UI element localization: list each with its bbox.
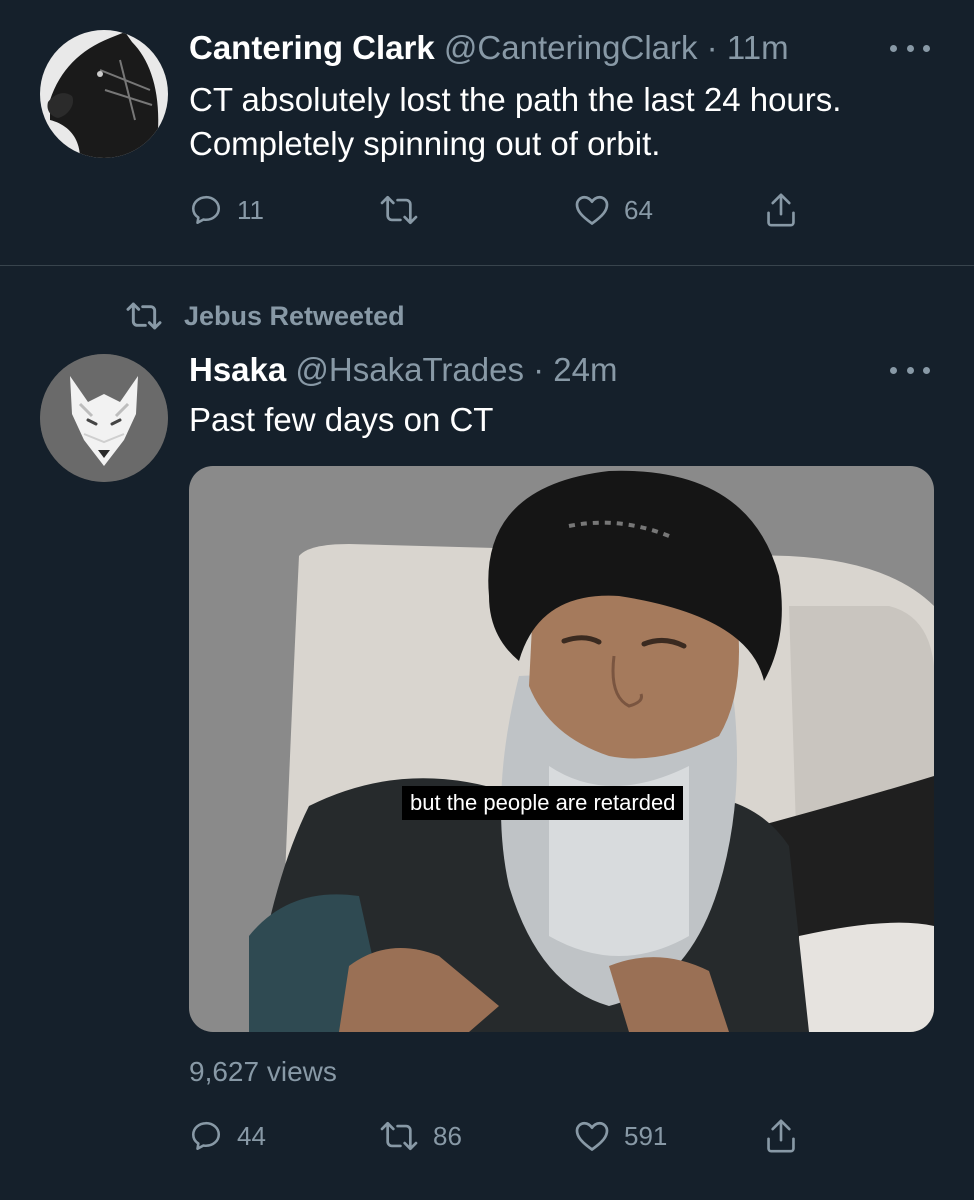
tweet-text: Past few days on CT <box>189 401 494 438</box>
user-handle[interactable]: @CanteringClark <box>444 29 698 66</box>
separator-dot: · <box>533 351 545 388</box>
like-count: 64 <box>624 194 653 225</box>
user-handle[interactable]: @HsakaTrades <box>295 351 524 388</box>
more-icon <box>890 366 897 374</box>
timestamp[interactable]: 24m <box>553 351 617 388</box>
tweet-header: Hsaka @HsakaTrades · 24m <box>189 350 854 390</box>
retweet-button[interactable]: 86 <box>379 1114 462 1158</box>
retweet-banner-text[interactable]: Jebus Retweeted <box>184 301 405 332</box>
tweet-header: Cantering Clark @CanteringClark · 11m <box>189 28 854 68</box>
share-button[interactable] <box>764 188 798 232</box>
video-subtitle: but the people are retarded <box>402 786 684 820</box>
share-icon <box>767 193 795 227</box>
share-icon <box>767 1119 795 1153</box>
heart-icon <box>575 195 609 225</box>
horse-avatar-image <box>40 30 168 158</box>
display-name[interactable]: Cantering Clark <box>189 29 435 66</box>
share-button[interactable] <box>764 1114 798 1158</box>
avatar[interactable] <box>40 30 168 158</box>
action-bar: 11 64 <box>189 188 834 232</box>
tweet-hsaka[interactable]: Jebus Retweeted Hsaka @HsakaTrades · 24m… <box>0 266 974 1200</box>
reply-count: 11 <box>237 194 264 225</box>
video-frame-image <box>189 466 934 1032</box>
reply-icon <box>191 195 221 225</box>
tweet-media-video[interactable]: but the people are retarded <box>189 466 934 1032</box>
retweet-icon <box>380 195 418 225</box>
tweet-cantering-clark[interactable]: Cantering Clark @CanteringClark · 11m CT… <box>0 0 974 266</box>
reply-button[interactable]: 11 <box>189 188 264 232</box>
display-name[interactable]: Hsaka <box>189 351 286 388</box>
reply-button[interactable]: 44 <box>189 1114 266 1158</box>
view-count: 9,627 views <box>189 1056 337 1087</box>
retweet-icon <box>380 1121 418 1151</box>
reply-count: 44 <box>237 1120 266 1151</box>
more-options-button[interactable] <box>890 38 930 58</box>
like-button[interactable]: 591 <box>574 1114 667 1158</box>
retweet-banner: Jebus Retweeted <box>120 296 405 336</box>
action-bar: 44 86 591 <box>189 1114 834 1158</box>
timestamp[interactable]: 11m <box>727 29 789 66</box>
heart-icon <box>575 1121 609 1151</box>
more-options-button[interactable] <box>890 360 930 380</box>
like-count: 591 <box>624 1120 668 1151</box>
tweet-text: CT absolutely lost the path the last 24 … <box>189 81 842 162</box>
wolf-avatar-image <box>40 354 168 482</box>
separator-dot: · <box>706 29 718 66</box>
retweet-button[interactable] <box>379 188 433 232</box>
retweet-count: 86 <box>433 1120 462 1151</box>
more-icon <box>890 44 897 52</box>
reply-icon <box>191 1121 221 1151</box>
like-button[interactable]: 64 <box>574 188 653 232</box>
retweet-icon <box>126 302 162 330</box>
avatar[interactable] <box>40 354 168 482</box>
